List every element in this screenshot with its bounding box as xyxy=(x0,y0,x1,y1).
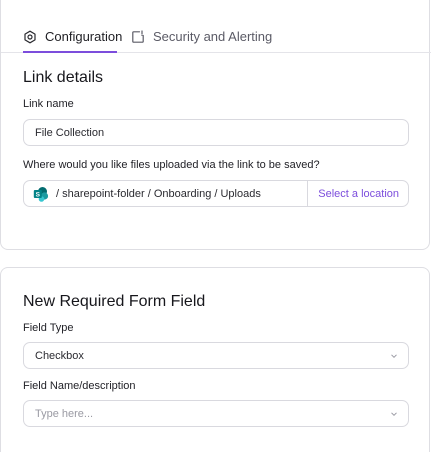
field-name-select[interactable]: Type here... xyxy=(23,400,409,427)
link-details-card: Configuration Security and Alerting Link… xyxy=(0,0,431,250)
tab-configuration-label: Configuration xyxy=(45,29,123,44)
field-name-placeholder: Type here... xyxy=(35,407,94,420)
field-type-label: Field Type xyxy=(23,322,74,334)
section-heading: Link details xyxy=(23,69,104,86)
sharepoint-icon: S xyxy=(33,186,49,202)
chevron-down-icon xyxy=(391,354,397,359)
location-field: S / sharepoint-folder / Onboarding / Upl… xyxy=(23,180,409,207)
tab-security-and-alerting[interactable]: Security and Alerting xyxy=(131,26,272,52)
location-question: Where would you like files uploaded via … xyxy=(23,159,320,171)
tab-bar: Configuration Security and Alerting xyxy=(1,0,431,53)
location-path: / sharepoint-folder / Onboarding / Uploa… xyxy=(56,187,261,200)
active-tab-indicator xyxy=(23,51,117,53)
tab-security-label: Security and Alerting xyxy=(153,29,273,44)
alert-window-icon xyxy=(132,30,144,43)
settings-hexagon-icon xyxy=(24,30,36,44)
field-type-select[interactable]: Checkbox xyxy=(23,342,409,369)
select-location-button[interactable]: Select a location xyxy=(307,181,408,206)
link-name-input[interactable]: File Collection xyxy=(23,119,409,146)
form-field-heading: New Required Form Field xyxy=(23,293,206,310)
svg-text:S: S xyxy=(36,191,41,198)
tab-configuration[interactable]: Configuration xyxy=(23,26,122,53)
form-field-card: New Required Form Field Field Type Check… xyxy=(0,267,430,452)
link-name-value: File Collection xyxy=(35,126,105,139)
chevron-down-icon xyxy=(391,412,397,417)
field-type-value: Checkbox xyxy=(35,349,84,362)
field-name-label: Field Name/description xyxy=(23,380,136,392)
link-name-label: Link name xyxy=(23,98,74,110)
